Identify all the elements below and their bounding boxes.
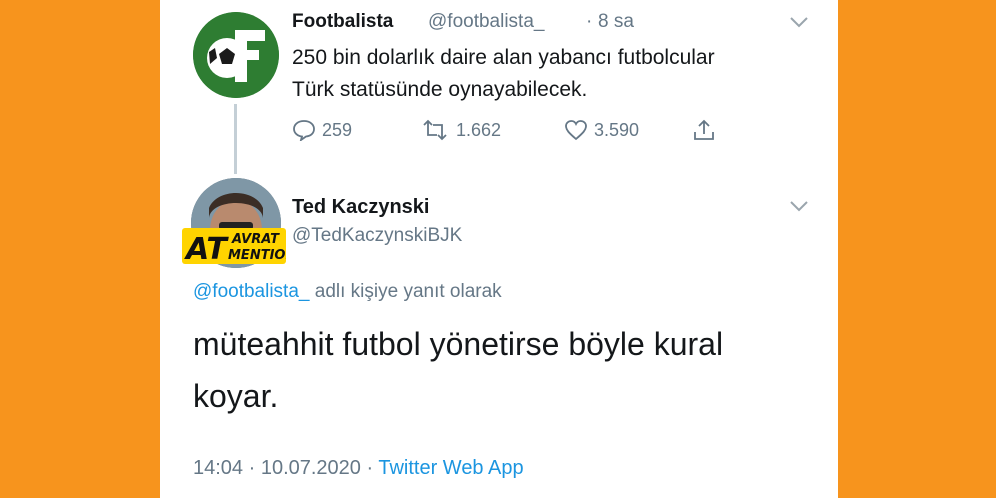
original-display-name[interactable]: Footbalista xyxy=(292,11,393,33)
retweet-count: 1.662 xyxy=(456,119,502,140)
replying-to-mention-link[interactable]: @footbalista_ xyxy=(193,281,309,302)
reply-handle[interactable]: @TedKaczynskiBJK xyxy=(292,225,462,247)
tweet-meta-line: 14:04 · 10.07.2020 · Twitter Web App xyxy=(193,457,524,480)
chevron-down-icon[interactable] xyxy=(788,14,810,30)
chevron-down-icon[interactable] xyxy=(788,198,810,214)
reply-count: 259 xyxy=(322,119,353,140)
footbalista-avatar[interactable] xyxy=(193,12,279,98)
original-text-line-2: Türk statüsünde oynayabilecek. xyxy=(292,78,588,101)
reply-display-name[interactable]: Ted Kaczynski xyxy=(292,196,429,219)
reply-text-line-2: koyar. xyxy=(193,378,279,414)
original-time-ago[interactable]: 8 sa xyxy=(598,11,634,33)
retweet-icon xyxy=(423,119,447,141)
reply-button[interactable]: 259 xyxy=(292,116,352,144)
replying-to-line: @footbalista_ adlı kişiye yanıt olarak xyxy=(193,281,502,303)
badge-mention-text: MENTION xyxy=(228,248,286,263)
heart-icon xyxy=(565,120,587,141)
at-avrat-mention-badge-icon: AT AVRAT MENTION xyxy=(182,228,286,266)
reply-text-line-1: müteahhit futbol yönetirse böyle kural xyxy=(193,326,724,362)
thread-connector-line xyxy=(234,104,237,174)
tweet-panel: Footbalista @footbalista_ · 8 sa 250 bin… xyxy=(160,0,838,498)
original-text-line-1: 250 bin dolarlık daire alan yabancı futb… xyxy=(292,46,715,69)
footbalista-logo-icon xyxy=(193,12,279,98)
original-tweet-text: 250 bin dolarlık daire alan yabancı futb… xyxy=(292,42,822,106)
badge-at-text: AT xyxy=(184,232,229,266)
replying-to-text: adlı kişiye yanıt olarak xyxy=(309,281,502,302)
source-app-link[interactable]: Twitter Web App xyxy=(378,457,523,479)
share-icon xyxy=(694,119,714,140)
tweet-action-bar: 259 1.662 3.590 xyxy=(292,116,732,144)
tweet-timestamp[interactable]: 14:04 · 10.07.2020 · xyxy=(193,457,378,479)
share-button[interactable] xyxy=(692,116,716,144)
badge-avrat-text: AVRAT xyxy=(231,232,280,247)
time-separator: · xyxy=(586,11,593,32)
reply-icon xyxy=(293,120,315,141)
reply-tweet-text: müteahhit futbol yönetirse böyle kural k… xyxy=(193,318,813,422)
like-count: 3.590 xyxy=(594,119,640,140)
original-handle[interactable]: @footbalista_ xyxy=(428,11,544,33)
like-button[interactable]: 3.590 xyxy=(564,116,639,144)
retweet-button[interactable]: 1.662 xyxy=(420,116,501,144)
